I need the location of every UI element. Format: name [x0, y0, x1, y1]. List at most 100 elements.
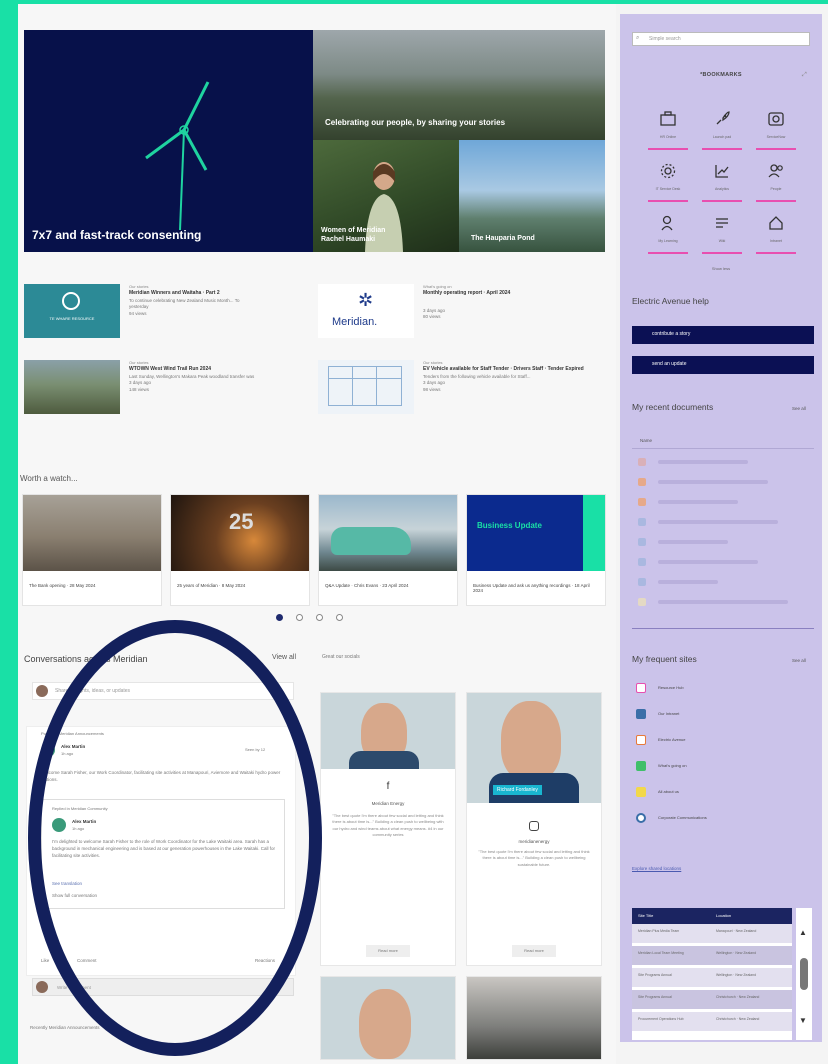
people-icon — [768, 164, 783, 178]
read-more-button[interactable]: Read more — [366, 945, 410, 957]
quick-link-people[interactable]: People — [752, 162, 800, 202]
recent-doc-row[interactable] — [632, 576, 814, 588]
quick-link-label: Intranet — [770, 239, 782, 243]
news-item[interactable]: Our stories EV Vehicle available for Sta… — [318, 360, 598, 422]
carousel-dot-2[interactable] — [296, 614, 303, 621]
recent-doc-row[interactable] — [632, 516, 814, 528]
recent-documents-title: My recent documents — [632, 402, 714, 412]
comment-input[interactable]: Write a comment — [32, 978, 294, 996]
video-card[interactable]: The Bank opening · 28 May 2024 — [22, 494, 162, 606]
site-name: Resource Hub — [658, 685, 684, 690]
quick-link-servicenow[interactable]: ServiceNow — [752, 110, 800, 150]
news-thumbnail — [318, 360, 414, 414]
scroll-up-icon[interactable]: ▲ — [799, 928, 807, 937]
explore-locations-link[interactable]: Explore shared locations — [632, 866, 681, 871]
scroll-down-icon[interactable]: ▼ — [799, 1016, 807, 1025]
social-card[interactable]: f Meridian Energy "The best quote I'm th… — [320, 692, 456, 966]
news-item[interactable]: TE WHARE RESOURCE Our stories Meridian W… — [24, 284, 304, 346]
site-icon — [636, 761, 646, 771]
comment-button[interactable]: Comment — [77, 957, 97, 964]
reactions-button[interactable]: Reactions — [255, 957, 275, 964]
table-row[interactable]: Meridian Local Team Meeting Wellington · … — [632, 946, 792, 965]
video-card[interactable]: Q&A Update · Chris Evans · 23 April 2024 — [318, 494, 458, 606]
video-card[interactable]: Business Update Business Update and ask … — [466, 494, 606, 606]
hero-main-tile[interactable]: 7x7 and fast-track consenting — [24, 30, 313, 252]
column-header-title[interactable]: Site Title — [638, 913, 653, 918]
column-header-location[interactable]: Location — [716, 913, 731, 918]
recent-doc-row[interactable] — [632, 496, 814, 508]
news-meta: What's going on Monthly operating report… — [423, 284, 598, 321]
table-row[interactable]: Meridian Plus Media Team Manapouri · New … — [632, 924, 792, 943]
social-text: "The best quote I'm there about few soci… — [332, 813, 444, 838]
frequent-site-row[interactable]: What's going on — [632, 758, 814, 774]
news-time: 3 days ago — [423, 380, 446, 386]
read-more-button[interactable]: Read more — [512, 945, 556, 957]
hero-bl-line-2: Rachel Haumaki — [321, 235, 376, 243]
site-icon — [636, 813, 646, 823]
social-card[interactable]: Richard Fordanley meridianenergy "The be… — [466, 692, 602, 966]
news-meta: Our stories Meridian Winners and Waitaha… — [129, 284, 304, 318]
hero-bottom-left-tile[interactable]: Women of Meridian Rachel Haumaki — [313, 140, 459, 252]
quick-link-analytics[interactable]: Analytics — [698, 162, 746, 202]
quick-link-wiki[interactable]: Wiki — [698, 214, 746, 254]
news-item[interactable]: ✲ Meridian. What's going on Monthly oper… — [318, 284, 598, 346]
video-caption: 25 years of Meridian · 8 May 2024 — [177, 583, 246, 588]
table-scrollbar[interactable]: ▲ ▼ — [796, 908, 812, 1040]
quick-link-label: Launch pad — [712, 135, 732, 139]
disk-icon — [768, 112, 784, 126]
view-all-link[interactable]: View all — [272, 654, 296, 661]
quick-link-it[interactable]: IT Service Desk — [644, 162, 692, 202]
frequent-site-row[interactable]: All about us — [632, 784, 814, 800]
meridian-star-icon: ✲ — [358, 290, 374, 310]
post-author[interactable]: Alex Martin — [61, 743, 85, 750]
expand-icon[interactable]: ⤢ — [802, 72, 807, 79]
send-update-button[interactable]: send an update — [632, 356, 814, 374]
frequent-site-row[interactable]: Our Intranet — [632, 706, 814, 722]
commenter-avatar — [36, 981, 48, 993]
name-column-header[interactable]: Name — [640, 438, 652, 443]
list-icon — [716, 218, 728, 228]
nested-author[interactable]: Alex Martin — [72, 818, 96, 825]
table-row[interactable]: Site Programs Annual Christchurch · New Z… — [632, 990, 792, 1009]
frequent-see-all-link[interactable]: See all — [792, 658, 806, 663]
share-input[interactable]: Share thoughts, ideas, or updates — [32, 682, 294, 700]
news-time: yesterday — [129, 304, 149, 310]
recent-doc-row[interactable] — [632, 536, 814, 548]
news-item[interactable]: Our stories WTOWN West Wind Trail Run 20… — [24, 360, 304, 422]
social-card[interactable] — [320, 976, 456, 1060]
recent-doc-row[interactable] — [632, 556, 814, 568]
video-25-label: 25 — [229, 509, 254, 534]
site-icon — [636, 683, 646, 693]
rocket-icon — [716, 111, 730, 125]
frequent-site-row[interactable]: Resource Hub — [632, 680, 814, 696]
quick-link-hr[interactable]: HR Online — [644, 110, 692, 150]
hero-bottom-right-tile[interactable]: The Hauparia Pond — [459, 140, 605, 252]
table-row[interactable]: Procurement Operations Hub Christchurch ·… — [632, 1012, 792, 1031]
video-thumbnail — [319, 495, 457, 571]
recent-doc-row[interactable] — [632, 476, 814, 488]
quick-link-launch[interactable]: Launch pad — [698, 110, 746, 150]
frequent-site-row[interactable]: Electric Avenue — [632, 732, 814, 748]
facebook-icon: f — [386, 781, 390, 792]
search-input[interactable]: Simple search — [632, 32, 810, 46]
quick-link-learning[interactable]: My Learning — [644, 214, 692, 254]
see-translation-link[interactable]: See translation — [52, 880, 82, 887]
table-row[interactable]: Site Programs Annual Wellington · New Zea… — [632, 968, 792, 987]
recent-see-all-link[interactable]: See all — [792, 406, 806, 411]
recent-doc-row[interactable] — [632, 456, 814, 468]
social-card[interactable] — [466, 976, 602, 1060]
user-learning-icon — [661, 215, 673, 231]
scrollbar-thumb[interactable] — [800, 958, 808, 990]
recent-doc-row[interactable] — [632, 596, 814, 608]
quick-link-intranet[interactable]: Intranet — [752, 214, 800, 254]
carousel-dot-1[interactable] — [276, 614, 283, 621]
video-card[interactable]: 25 25 years of Meridian · 8 May 2024 — [170, 494, 310, 606]
carousel-dot-4[interactable] — [336, 614, 343, 621]
show-full-conversation-link[interactable]: Show full conversation — [52, 892, 97, 899]
show-less-link[interactable]: Show less — [620, 266, 822, 271]
frequent-site-row[interactable]: Corporate Communications — [632, 810, 814, 826]
like-button[interactable]: Like — [41, 957, 49, 964]
hero-top-right-tile[interactable]: Celebrating our people, by sharing your … — [313, 30, 605, 140]
contribute-story-button[interactable]: contribute a story — [632, 326, 814, 344]
carousel-dot-3[interactable] — [316, 614, 323, 621]
